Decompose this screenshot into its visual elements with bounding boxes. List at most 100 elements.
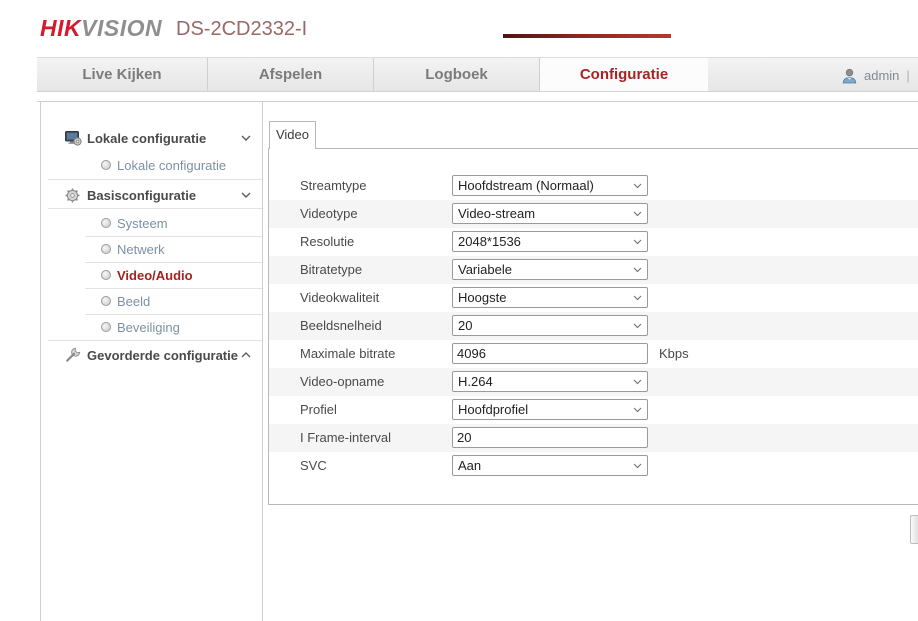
form-row-videotype: Videotype Video-stream [269, 200, 918, 228]
bullet-icon [101, 270, 111, 280]
logo-vision: VISION [81, 15, 162, 41]
form-row-i-frame-interval: I Frame-interval [269, 424, 918, 452]
form-row-bitratetype: Bitratetype Variabele [269, 256, 918, 284]
top-nav-bar: Live Kijken Afspelen Logboek Configurati… [37, 57, 918, 92]
videokwaliteit-select[interactable]: Hoogste [452, 287, 648, 308]
form-row-profiel: Profiel Hoofdprofiel [269, 396, 918, 424]
user-divider: | [906, 68, 909, 83]
field-label: I Frame-interval [300, 424, 391, 452]
svc-select[interactable]: Aan [452, 455, 648, 476]
field-label: Maximale bitrate [300, 340, 395, 368]
field-label: SVC [300, 452, 327, 480]
sidebar-item-beveiliging[interactable]: Beveiliging [41, 314, 262, 340]
nav-tab-live-kijken[interactable]: Live Kijken [37, 58, 208, 91]
hikvision-config-page: HIKVISION DS-2CD2332-I Live Kijken Afspe… [0, 0, 918, 621]
chevron-down-icon [633, 183, 642, 189]
form-row-beeldsnelheid: Beeldsnelheid 20 [269, 312, 918, 340]
logo-hik: HIK [40, 15, 81, 41]
chevron-down-icon [633, 267, 642, 273]
profiel-select[interactable]: Hoofdprofiel [452, 399, 648, 420]
form-row-video-opname: Video-opname H.264 [269, 368, 918, 396]
select-value: Video-stream [458, 204, 535, 223]
select-value: 2048*1536 [458, 232, 521, 251]
sidebar-item-systeem[interactable]: Systeem [41, 210, 262, 236]
chevron-down-icon [633, 323, 642, 329]
chevron-down-icon [633, 407, 642, 413]
form-row-videokwaliteit: Videokwaliteit Hoogste [269, 284, 918, 312]
video-settings-panel: Streamtype Hoofdstream (Normaal) Videoty… [268, 148, 918, 505]
select-value: H.264 [458, 372, 493, 391]
nav-tab-configuratie[interactable]: Configuratie [540, 58, 708, 91]
monitor-settings-icon [65, 131, 82, 146]
streamtype-select[interactable]: Hoofdstream (Normaal) [452, 175, 648, 196]
chevron-down-icon [633, 295, 642, 301]
select-value: Aan [458, 456, 481, 475]
bullet-icon [101, 244, 111, 254]
field-label: Videotype [300, 200, 358, 228]
kbps-unit-label: Kbps [659, 340, 689, 368]
form-row-resolutie: Resolutie 2048*1536 [269, 228, 918, 256]
chevron-down-icon [633, 379, 642, 385]
sidebar-group-label: Lokale configuratie [87, 131, 206, 146]
field-label: Bitratetype [300, 256, 362, 284]
bitratetype-select[interactable]: Variabele [452, 259, 648, 280]
form-row-svc: SVC Aan [269, 452, 918, 480]
sidebar-group-label: Basisconfiguratie [87, 188, 196, 203]
select-value: Variabele [458, 260, 512, 279]
sidebar-group-basisconfiguratie[interactable]: Basisconfiguratie [41, 181, 262, 209]
sidebar-item-lokale-configuratie[interactable]: Lokale configuratie [41, 152, 262, 178]
sidebar-item-label: Beeld [117, 294, 150, 309]
bullet-icon [101, 218, 111, 228]
select-value: Hoofdstream (Normaal) [458, 176, 594, 195]
videotype-select[interactable]: Video-stream [452, 203, 648, 224]
sidebar-item-video-audio[interactable]: Video/Audio [41, 262, 262, 288]
user-block: admin | [842, 58, 910, 93]
chevron-down-icon [633, 463, 642, 469]
sidebar-item-label: Netwerk [117, 242, 165, 257]
sidebar-item-label: Beveiliging [117, 320, 180, 335]
sidebar-item-label: Systeem [117, 216, 168, 231]
nav-tab-logboek[interactable]: Logboek [374, 58, 540, 91]
select-value: Hoogste [458, 288, 506, 307]
sidebar-group-lokale-configuratie[interactable]: Lokale configuratie [41, 124, 262, 152]
vertical-scrollbar-thumb[interactable] [910, 515, 918, 544]
bullet-icon [101, 296, 111, 306]
form-row-streamtype: Streamtype Hoofdstream (Normaal) [269, 172, 918, 200]
sidebar-divider [48, 179, 262, 180]
sidebar-group-label: Gevorderde configuratie [87, 348, 238, 363]
i-frame-interval-input[interactable] [452, 427, 648, 448]
sidebar-group-gevorderde-configuratie[interactable]: Gevorderde configuratie [41, 341, 262, 369]
field-label: Video-opname [300, 368, 384, 396]
active-tab-underline [503, 34, 671, 38]
beeldsnelheid-select[interactable]: 20 [452, 315, 648, 336]
chevron-down-icon [633, 211, 642, 217]
tab-video[interactable]: Video [269, 121, 316, 149]
sidebar-item-netwerk[interactable]: Netwerk [41, 236, 262, 262]
chevron-down-icon [241, 135, 251, 141]
form-row-maximale-bitrate: Maximale bitrate Kbps [269, 340, 918, 368]
gear-icon [65, 188, 80, 203]
device-model-title: DS-2CD2332-I [176, 18, 307, 41]
field-label: Profiel [300, 396, 337, 424]
sidebar-divider [48, 208, 262, 209]
hikvision-logo: HIKVISION [40, 15, 162, 42]
sidebar-right-border [262, 101, 263, 621]
sidebar-item-label: Lokale configuratie [117, 158, 226, 173]
bullet-icon [101, 322, 111, 332]
chevron-down-icon [241, 192, 251, 198]
content-top-border [37, 101, 918, 102]
logged-in-user: admin [864, 68, 899, 83]
select-value: Hoofdprofiel [458, 400, 528, 419]
video-opname-select[interactable]: H.264 [452, 371, 648, 392]
sidebar-item-label-active: Video/Audio [117, 268, 193, 283]
chevron-down-icon [633, 239, 642, 245]
wrench-icon [65, 347, 81, 363]
resolutie-select[interactable]: 2048*1536 [452, 231, 648, 252]
nav-tab-afspelen[interactable]: Afspelen [208, 58, 374, 91]
sidebar-item-beeld[interactable]: Beeld [41, 288, 262, 314]
field-label: Beeldsnelheid [300, 312, 382, 340]
select-value: 20 [458, 316, 472, 335]
field-label: Streamtype [300, 172, 366, 200]
maximale-bitrate-input[interactable] [452, 343, 648, 364]
chevron-up-icon [241, 352, 251, 358]
